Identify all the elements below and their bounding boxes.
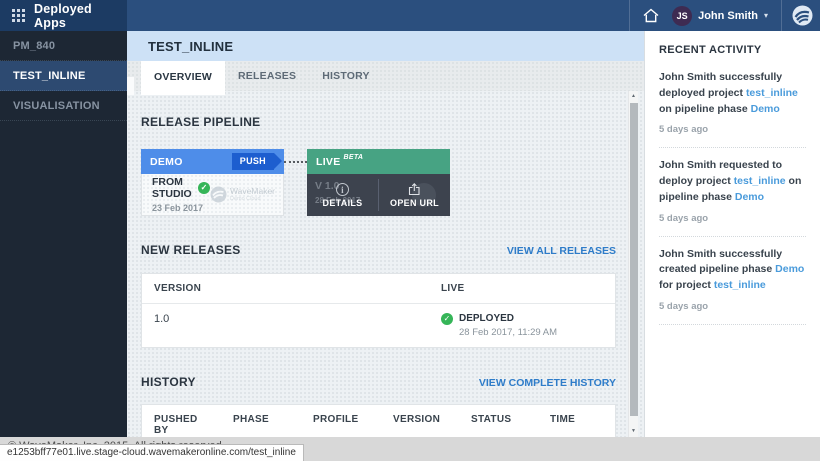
status-bar-url: e1253bff77e01.live.stage-cloud.wavemaker… xyxy=(0,444,304,461)
recent-activity-panel: RECENT ACTIVITY John Smith successfully … xyxy=(645,31,820,437)
demo-deploy-date: 23 Feb 2017 xyxy=(152,203,210,213)
activity-text-part: for project xyxy=(659,279,714,291)
activity-timestamp: 5 days ago xyxy=(659,124,806,135)
demo-phase-card: DEMO PUSH FROM STUDIO ✓ xyxy=(141,149,284,216)
activity-project-link[interactable]: test_inline xyxy=(734,175,786,187)
info-icon: i xyxy=(336,183,349,196)
user-name: John Smith xyxy=(698,10,758,22)
pipeline-connector xyxy=(284,161,307,163)
activity-phase-link[interactable]: Demo xyxy=(775,263,804,275)
activity-timestamp: 5 days ago xyxy=(659,301,806,312)
new-releases-table: VERSION LIVE 1.0 ✓ DEPLOYED 28 Feb 2017,… xyxy=(141,273,616,348)
history-table: PUSHED BY PHASE PROFILE VERSION STATUS T… xyxy=(141,404,616,437)
from-studio-label: FROM STUDIO xyxy=(152,176,194,200)
activity-phase-link[interactable]: Demo xyxy=(751,103,780,115)
new-releases-heading: NEW RELEASES xyxy=(141,243,241,257)
projects-sidebar: PM_840 TEST_INLINE VISUALISATION xyxy=(0,31,127,437)
scroll-area: RELEASE PIPELINE DEMO PUSH xyxy=(127,91,644,437)
tab-bar-stub xyxy=(127,77,134,95)
activity-text: John Smith successfully created pipeline… xyxy=(659,247,806,294)
activity-project-link[interactable]: test_inline xyxy=(714,279,766,291)
demo-phase-label: DEMO xyxy=(150,156,183,168)
release-version: 1.0 xyxy=(142,304,429,347)
scroll-up-arrow-icon[interactable]: ▲ xyxy=(629,91,638,102)
success-check-icon: ✓ xyxy=(198,182,210,194)
activity-item: John Smith successfully created pipeline… xyxy=(659,237,806,325)
activity-text: John Smith requested to deploy project t… xyxy=(659,158,806,205)
app-switcher-area: Deployed Apps xyxy=(0,0,127,31)
activity-item: John Smith successfully deployed project… xyxy=(659,66,806,148)
column-header-version: VERSION xyxy=(142,274,429,303)
deployed-check-icon: ✓ xyxy=(441,313,453,325)
topbar-divider xyxy=(781,0,782,31)
column-header-pushed-by: PUSHED BY xyxy=(142,405,221,437)
column-header-profile: PROFILE xyxy=(301,405,381,437)
activity-text-part: on pipeline phase xyxy=(659,103,751,115)
app-body: PM_840 TEST_INLINE VISUALISATION TEST_IN… xyxy=(0,31,820,437)
user-menu[interactable]: JS John Smith ▾ xyxy=(672,6,768,26)
deploy-status: DEPLOYED xyxy=(459,313,557,324)
wavemaker-cloud-logo: WaveMaker Demo Cloud xyxy=(210,186,275,203)
scroll-down-arrow-icon[interactable]: ▼ xyxy=(629,426,638,437)
activity-timestamp: 5 days ago xyxy=(659,213,806,224)
release-pipeline: DEMO PUSH FROM STUDIO ✓ xyxy=(141,149,616,216)
wavemaker-logo-icon xyxy=(792,5,813,26)
main-panel: TEST_INLINE OVERVIEW RELEASES HISTORY RE… xyxy=(127,31,645,437)
live-phase-label: LIVE xyxy=(316,156,341,168)
scrollbar-thumb[interactable] xyxy=(630,103,638,416)
column-header-phase: PHASE xyxy=(221,405,301,437)
live-phase-card: LIVE BETA V 1.0 28 Feb 2017 i DETAIL xyxy=(307,149,450,216)
page-title: Deployed Apps xyxy=(34,2,127,30)
tab-bar: OVERVIEW RELEASES HISTORY xyxy=(127,61,644,91)
home-icon[interactable] xyxy=(642,7,660,24)
activity-phase-link[interactable]: Demo xyxy=(735,191,764,203)
view-complete-history-link[interactable]: VIEW COMPLETE HISTORY xyxy=(479,377,616,389)
open-url-icon xyxy=(408,183,421,196)
project-title: TEST_INLINE xyxy=(127,31,644,61)
top-bar-actions: JS John Smith ▾ xyxy=(127,0,820,31)
push-button[interactable]: PUSH xyxy=(232,153,274,170)
sidebar-item-test-inline[interactable]: TEST_INLINE xyxy=(0,61,127,91)
vertical-scrollbar[interactable]: ▲ ▼ xyxy=(628,91,638,437)
top-bar: Deployed Apps JS John Smith ▾ xyxy=(0,0,820,31)
chevron-down-icon: ▾ xyxy=(764,11,768,20)
push-arrow-icon xyxy=(274,153,282,169)
tab-history[interactable]: HISTORY xyxy=(309,61,383,91)
logo-name: WaveMaker xyxy=(230,187,275,196)
open-url-button[interactable]: OPEN URL xyxy=(379,174,450,216)
column-header-status: STATUS xyxy=(459,405,538,437)
activity-project-link[interactable]: test_inline xyxy=(746,87,798,99)
topbar-divider xyxy=(629,0,630,31)
column-header-time: TIME xyxy=(538,405,615,437)
details-button[interactable]: i DETAILS xyxy=(307,174,378,216)
sidebar-item-visualisation[interactable]: VISUALISATION xyxy=(0,91,127,121)
avatar: JS xyxy=(672,6,692,26)
view-all-releases-link[interactable]: VIEW ALL RELEASES xyxy=(507,245,616,257)
table-row: 1.0 ✓ DEPLOYED 28 Feb 2017, 11:29 AM xyxy=(142,304,615,347)
sidebar-item-pm-840[interactable]: PM_840 xyxy=(0,31,127,61)
column-header-version: VERSION xyxy=(381,405,459,437)
apps-grid-icon[interactable] xyxy=(12,9,25,22)
tab-releases[interactable]: RELEASES xyxy=(225,61,309,91)
logo-subtext: Demo Cloud xyxy=(230,197,275,203)
activity-item: John Smith requested to deploy project t… xyxy=(659,148,806,236)
activity-text-part: John Smith successfully created pipeline… xyxy=(659,248,782,276)
activity-text: John Smith successfully deployed project… xyxy=(659,70,806,117)
beta-badge: BETA xyxy=(344,154,364,161)
history-heading: HISTORY xyxy=(141,375,196,389)
tab-overview[interactable]: OVERVIEW xyxy=(141,61,225,95)
release-pipeline-heading: RELEASE PIPELINE xyxy=(141,115,261,129)
recent-activity-heading: RECENT ACTIVITY xyxy=(659,44,806,56)
column-header-live: LIVE xyxy=(429,274,615,303)
deploy-time: 28 Feb 2017, 11:29 AM xyxy=(459,327,557,338)
